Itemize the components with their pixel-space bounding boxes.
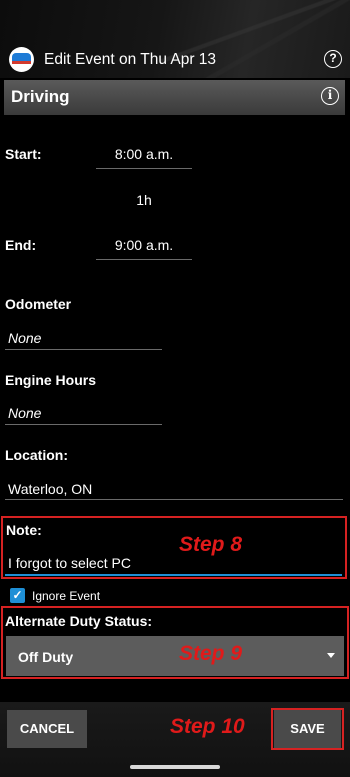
event-type-title: Driving bbox=[11, 87, 70, 106]
duty-status-selected: Off Duty bbox=[18, 649, 74, 665]
note-label: Note: bbox=[6, 522, 42, 538]
save-button[interactable]: SAVE bbox=[274, 710, 341, 748]
help-icon[interactable]: ? bbox=[324, 50, 342, 68]
ignore-event-label[interactable]: Ignore Event bbox=[32, 589, 100, 603]
engine-hours-label: Engine Hours bbox=[5, 372, 97, 388]
engine-hours-underline bbox=[5, 424, 162, 425]
odometer-label: Odometer bbox=[5, 296, 72, 312]
location-label: Location: bbox=[5, 447, 68, 463]
start-time-underline bbox=[96, 168, 192, 169]
start-time-field[interactable]: 8:00 a.m. bbox=[96, 146, 192, 162]
location-field[interactable]: Waterloo, ON bbox=[8, 481, 92, 497]
ignore-event-checkbox[interactable]: ✓ bbox=[10, 588, 25, 603]
note-field-underline bbox=[5, 574, 342, 576]
gesture-nav-handle[interactable] bbox=[130, 765, 220, 769]
step9-annotation: Step 9 bbox=[179, 642, 243, 665]
cancel-button[interactable]: CANCEL bbox=[7, 710, 87, 748]
odometer-field[interactable]: None bbox=[8, 330, 41, 346]
end-time-underline bbox=[96, 259, 192, 260]
start-label: Start: bbox=[5, 146, 42, 162]
end-label: End: bbox=[5, 237, 37, 253]
page-title: Edit Event on Thu Apr 13 bbox=[44, 51, 217, 68]
info-icon[interactable]: i bbox=[321, 87, 339, 105]
step8-annotation: Step 8 bbox=[179, 533, 243, 556]
step10-annotation: Step 10 bbox=[170, 715, 245, 738]
end-time-field[interactable]: 9:00 a.m. bbox=[96, 237, 192, 253]
engine-hours-field[interactable]: None bbox=[8, 405, 41, 421]
duty-status-dropdown[interactable]: Off Duty bbox=[6, 636, 344, 676]
location-underline bbox=[5, 499, 343, 500]
note-field[interactable]: I forgot to select PC bbox=[8, 555, 131, 571]
odometer-underline bbox=[5, 349, 162, 350]
duration-value: 1h bbox=[136, 192, 152, 208]
alternate-duty-label: Alternate Duty Status: bbox=[5, 613, 153, 629]
event-type-header: Driving i bbox=[4, 80, 345, 115]
app-logo-icon bbox=[9, 47, 34, 72]
dropdown-caret-icon bbox=[327, 653, 335, 658]
